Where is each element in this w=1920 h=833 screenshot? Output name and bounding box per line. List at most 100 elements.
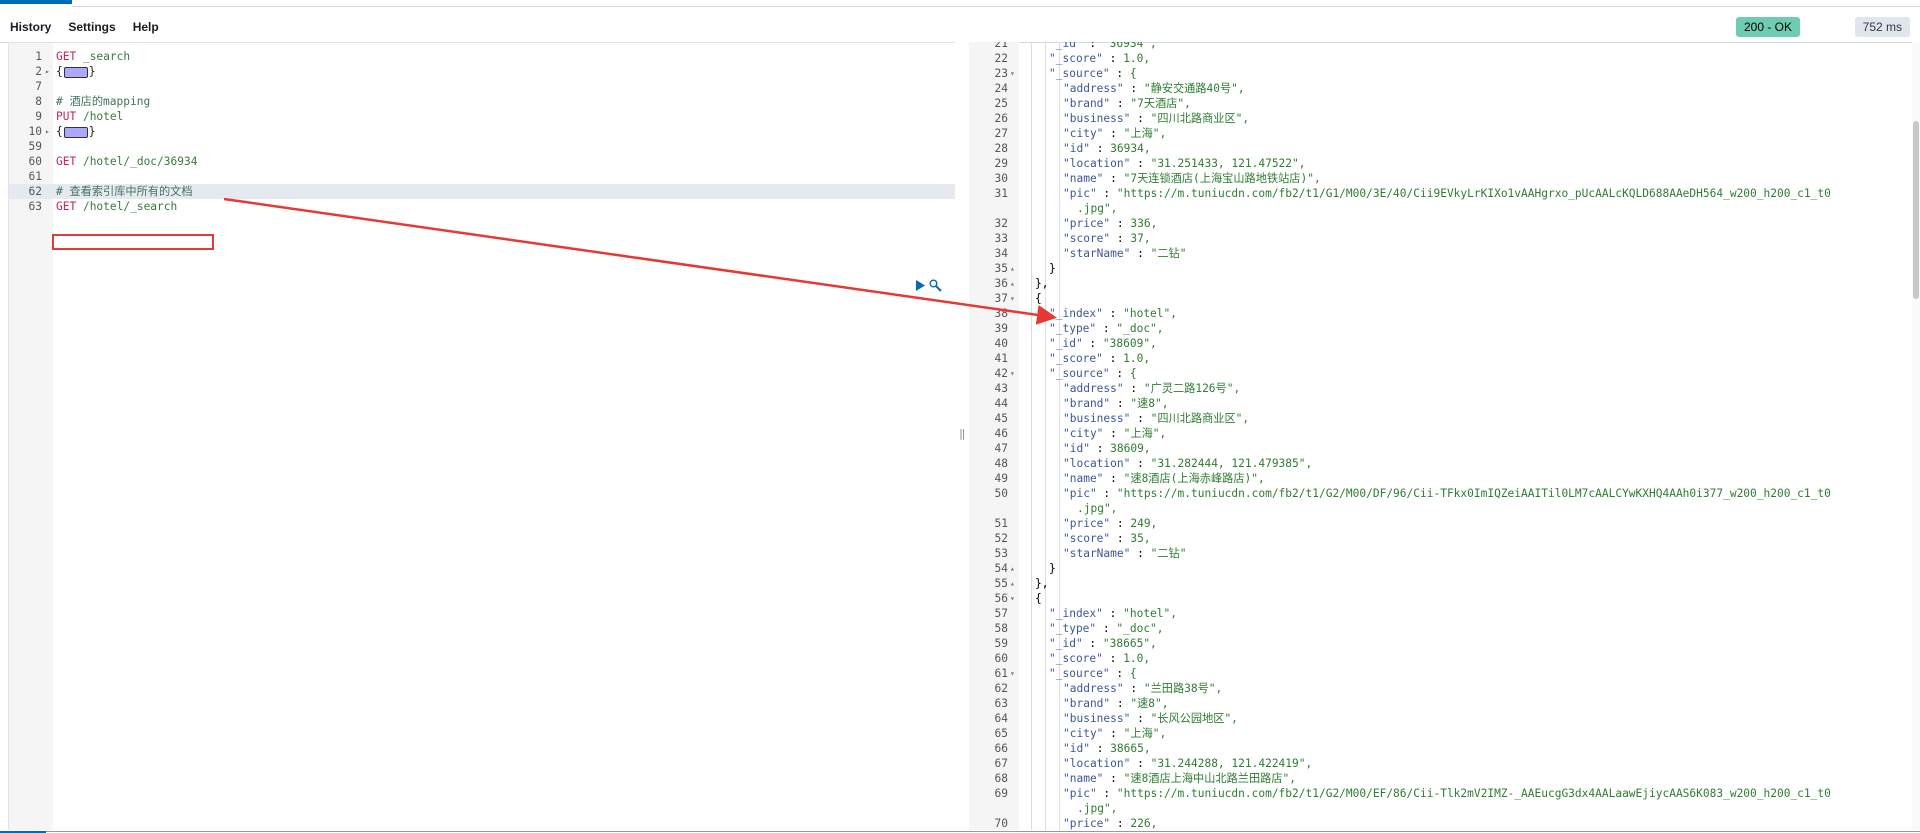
json-key: "brand" [1063,397,1111,410]
line-number: 1 [35,50,42,63]
fold-toggle-icon[interactable]: ▾ [1010,591,1015,606]
fold-toggle-icon[interactable]: ▴ [1010,276,1015,291]
fold-toggle-icon[interactable]: ▾ [1010,366,1015,381]
editor-line[interactable]: 2 ▸ {} [9,64,955,79]
line-number: 31 [994,187,1008,200]
json-value: "38665", [1102,637,1157,650]
output-scrollbar[interactable] [1912,42,1920,830]
line-number: 64 [994,712,1008,725]
json-key: "_score" [1049,652,1103,665]
json-text: "price" : 249, [1063,517,1158,530]
line-number: 37 [994,292,1008,305]
json-text: "score" : 35, [1063,532,1151,545]
json-value: 1.0, [1123,652,1151,665]
scrollbar-thumb[interactable] [1913,121,1919,299]
json-text: .jpg", [1077,502,1118,515]
json-value: "7天连锁酒店(上海宝山路地铁站店)", [1123,172,1321,185]
help-menu[interactable]: Help [133,20,159,34]
line-number: 7 [35,80,42,93]
json-text: "location" : "31.244288, 121.422419", [1063,757,1313,770]
json-text: "_source" : { [1049,67,1137,80]
json-value: "38609", [1102,337,1157,350]
line-number: 47 [994,442,1008,455]
settings-menu[interactable]: Settings [68,20,115,34]
wrench-icon[interactable] [929,279,942,292]
fold-toggle-icon[interactable]: ▴ [1010,576,1015,591]
json-key: "_type" [1049,322,1097,335]
json-key: "_id" [1049,637,1083,650]
json-key: "_score" [1049,52,1103,65]
http-method: GET [56,200,77,213]
editor-line[interactable]: 60 GET /hotel/_doc/36934 [9,154,955,169]
fold-toggle-icon[interactable]: ▸ [45,64,50,79]
response-output[interactable]: 21 "_id" : "36934", 22 "_score" : 1.0, 23 ▾ "_… [969,42,1920,830]
line-number: 10 [28,125,42,138]
editor-line[interactable]: 63 GET /hotel/_search [9,199,955,214]
json-text: "brand" : "速8", [1063,697,1169,710]
editor-line[interactable]: 59 [9,139,955,154]
line-number: 55 [994,577,1008,590]
json-value: "hotel", [1123,307,1177,320]
editor-line[interactable]: 9 PUT /hotel [9,109,955,124]
history-menu[interactable]: History [10,20,51,34]
line-number: 56 [994,592,1008,605]
json-key: "business" [1063,712,1131,725]
json-text: "business" : "四川北路商业区", [1063,112,1250,125]
fold-toggle-icon[interactable]: ▴ [1010,561,1015,576]
json-text: "_type" : "_doc", [1049,322,1164,335]
fold-toggle-icon[interactable]: ▾ [1010,666,1015,681]
play-icon[interactable] [915,280,925,291]
json-key: "location" [1063,757,1131,770]
json-key: "price" [1063,817,1111,830]
editor-line[interactable]: 10 ▸ {} [9,124,955,139]
bottom-line [46,831,1920,832]
selection-highlight-box [52,234,214,250]
line-number: 45 [994,412,1008,425]
collapsed-block-icon[interactable] [63,126,88,138]
resize-handle-icon[interactable]: ‖ [959,427,966,440]
json-text: "name" : "速8酒店(上海赤峰路店)", [1063,472,1265,485]
editor-code: # 查看索引库中所有的文档 [56,184,193,199]
collapsed-block-icon[interactable] [63,66,88,78]
editor-line[interactable]: 1 GET _search [9,49,955,64]
fold-toggle-icon[interactable]: ▸ [45,124,50,139]
code-comment: # 查看索引库中所有的文档 [56,185,193,198]
json-value: "31.282444, 121.479385", [1150,457,1313,470]
json-value: 336, [1130,217,1158,230]
line-number: 50 [994,487,1008,500]
json-key: "name" [1063,772,1104,785]
line-number: 44 [994,397,1008,410]
panel-resizer[interactable]: ‖ [955,42,969,830]
json-text: "_score" : 1.0, [1049,652,1151,665]
json-value: "四川北路商业区", [1150,412,1250,425]
line-number: 27 [994,127,1008,140]
json-text: "address" : "兰田路38号", [1063,682,1223,695]
json-key: "location" [1063,157,1131,170]
json-key: "score" [1063,532,1111,545]
line-number: 34 [994,247,1008,260]
fold-toggle-icon[interactable]: ▾ [1010,291,1015,306]
json-text: "id" : 38609, [1063,442,1151,455]
editor-line[interactable]: 7 [9,79,955,94]
json-value: "四川北路商业区", [1150,112,1250,125]
fold-toggle-icon[interactable]: ▾ [1010,66,1015,81]
editor-line[interactable]: 62 # 查看索引库中所有的文档 [9,184,955,199]
editor-line[interactable]: 8 # 酒店的mapping [9,94,955,109]
request-path: /hotel/_doc/36934 [76,155,198,168]
fold-toggle-icon[interactable]: ▴ [1010,261,1015,276]
request-editor[interactable]: 1 GET _search 2 ▸{} 7 8 # 酒店的mapping 9 PUT /hote… [8,42,956,832]
json-text: "business" : "四川北路商业区", [1063,412,1250,425]
line-number: 70 [994,817,1008,830]
line-number: 61 [28,170,42,183]
editor-line[interactable]: 61 [9,169,955,184]
json-key: "address" [1063,82,1124,95]
http-method: PUT [56,110,77,123]
line-number: 38 [994,307,1008,320]
json-value: { [1129,667,1137,680]
json-text: "address" : "静安交通路40号", [1063,82,1245,95]
http-method: GET [56,50,77,63]
json-text: "brand" : "速8", [1063,397,1169,410]
json-text: "_source" : { [1049,367,1137,380]
json-key: "brand" [1063,697,1111,710]
line-number: 54 [994,562,1008,575]
